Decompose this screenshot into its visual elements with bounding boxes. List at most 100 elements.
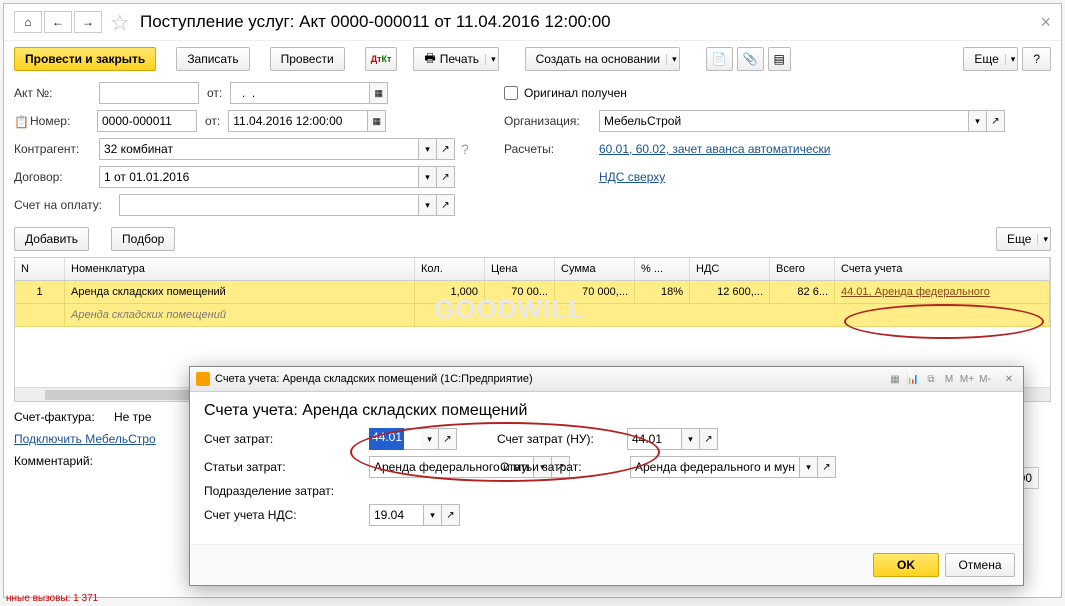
open-icon[interactable]: ↗ <box>439 428 457 450</box>
schet-nds-label: Счет учета НДС: <box>204 508 369 522</box>
tb-icon-1[interactable]: ▦ <box>887 371 903 387</box>
dialog-heading: Счета учета: Аренда складских помещений <box>190 392 1023 426</box>
raschety-link[interactable]: 60.01, 60.02, зачет аванса автоматически <box>599 142 830 156</box>
dialog-body: Счет затрат: 44.01 ▾ ↗ Счет затрат (НУ):… <box>190 426 1023 534</box>
dt-kt-icon[interactable]: ДтКт <box>365 47 398 71</box>
dropdown-icon[interactable]: ▾ <box>419 194 437 216</box>
nomer-date-input[interactable] <box>228 110 368 132</box>
date-picker-icon-2[interactable]: ▦ <box>368 110 386 132</box>
col-total[interactable]: Всего <box>770 258 835 280</box>
main-window: ⌂ ← → ☆ Поступление услуг: Акт 0000-0000… <box>3 3 1062 598</box>
col-sum[interactable]: Сумма <box>555 258 635 280</box>
connect-link[interactable]: Подключить МебельСтро <box>14 432 156 446</box>
account-cell-link[interactable]: 44.01, Аренда федерального <box>841 286 990 298</box>
save-button[interactable]: Записать <box>176 47 249 71</box>
clip-icon[interactable]: 📎 <box>737 47 764 71</box>
dropdown-icon[interactable]: ▾ <box>800 456 818 478</box>
home-button[interactable]: ⌂ <box>14 11 42 33</box>
grid-more-button[interactable]: Еще <box>996 227 1051 251</box>
table-row[interactable]: 1 Аренда складских помещений 1,000 70 00… <box>15 281 1050 304</box>
accounts-dialog: Счета учета: Аренда складских помещений … <box>189 366 1024 586</box>
open-icon[interactable]: ↗ <box>442 504 460 526</box>
titlebar: ⌂ ← → ☆ Поступление услуг: Акт 0000-0000… <box>4 4 1061 41</box>
original-checkbox[interactable] <box>504 86 518 100</box>
original-label: Оригинал получен <box>524 86 627 100</box>
tb-mminus[interactable]: M- <box>977 371 993 387</box>
post-button[interactable]: Провести <box>270 47 345 71</box>
more-button[interactable]: Еще <box>963 47 1018 71</box>
create-based-button[interactable]: Создать на основании <box>525 47 680 71</box>
add-row-button[interactable]: Добавить <box>14 227 89 251</box>
dogovor-label: Договор: <box>14 170 99 184</box>
col-nds[interactable]: НДС <box>690 258 770 280</box>
dialog-titlebar: Счета учета: Аренда складских помещений … <box>190 367 1023 392</box>
tb-icon-2[interactable]: 📊 <box>905 371 921 387</box>
app-icon <box>196 372 210 386</box>
schet-input[interactable] <box>119 194 419 216</box>
help-button[interactable]: ? <box>1022 47 1051 71</box>
open-icon[interactable]: ↗ <box>987 110 1005 132</box>
akt-input[interactable] <box>99 82 199 104</box>
cancel-button[interactable]: Отмена <box>945 553 1015 577</box>
dropdown-icon[interactable]: ▾ <box>419 166 437 188</box>
akt-label: Акт №: <box>14 86 99 100</box>
schet-zatrat-nu-input[interactable] <box>627 428 682 450</box>
akt-date-input[interactable] <box>230 82 370 104</box>
dropdown-icon[interactable]: ▾ <box>682 428 700 450</box>
nomer-input[interactable] <box>97 110 197 132</box>
ok-button[interactable]: OK <box>873 553 939 577</box>
ot-label-1: от: <box>207 86 222 100</box>
sf-label: Счет-фактура: <box>14 410 114 424</box>
tb-mplus[interactable]: M+ <box>959 371 975 387</box>
stati-zatrat-label: Статьи затрат: <box>204 460 369 474</box>
open-icon[interactable]: ↗ <box>818 456 836 478</box>
org-input[interactable] <box>599 110 969 132</box>
open-icon[interactable]: ↗ <box>437 138 455 160</box>
col-qty[interactable]: Кол. <box>415 258 485 280</box>
dropdown-icon[interactable]: ▾ <box>419 138 437 160</box>
sf-value: Не тре <box>114 410 152 424</box>
podrazd-label: Подразделение затрат: <box>204 484 369 498</box>
help-hint-icon[interactable]: ? <box>461 141 469 157</box>
open-icon[interactable]: ↗ <box>700 428 718 450</box>
col-pct[interactable]: % ... <box>635 258 690 280</box>
attach-file-icon[interactable]: 📄 <box>706 47 733 71</box>
grid-header: N Номенклатура Кол. Цена Сумма % ... НДС… <box>15 258 1050 281</box>
close-icon[interactable]: × <box>1040 12 1051 33</box>
stati-zatrat2-label: Статьи затрат: <box>500 460 630 474</box>
schet-label: Счет на оплату: <box>14 198 119 212</box>
stati-zatrat2-input[interactable] <box>630 456 800 478</box>
open-icon[interactable]: ↗ <box>437 166 455 188</box>
form-area: Акт №: от: ▦ 📋 Номер: от: ▦ Контраг <box>4 77 1061 225</box>
dogovor-input[interactable] <box>99 166 419 188</box>
col-nomen[interactable]: Номенклатура <box>65 258 415 280</box>
pick-button[interactable]: Подбор <box>111 227 175 251</box>
tb-icon-3[interactable]: ⧉ <box>923 371 939 387</box>
nds-link[interactable]: НДС сверху <box>599 170 665 184</box>
dialog-close-icon[interactable]: ✕ <box>1001 371 1017 387</box>
raschety-label: Расчеты: <box>504 142 599 156</box>
tb-m[interactable]: M <box>941 371 957 387</box>
dropdown-icon[interactable]: ▾ <box>421 428 439 450</box>
ot-label-2: от: <box>205 114 220 128</box>
date-picker-icon[interactable]: ▦ <box>370 82 388 104</box>
open-icon[interactable]: ↗ <box>437 194 455 216</box>
print-button[interactable]: 🖶Печать <box>413 47 498 71</box>
dropdown-icon[interactable]: ▾ <box>424 504 442 526</box>
doc-status-icon: 📋 <box>14 115 26 127</box>
kontragent-label: Контрагент: <box>14 142 99 156</box>
kontragent-input[interactable] <box>99 138 419 160</box>
forward-button[interactable]: → <box>74 11 102 33</box>
table-row-sub: Аренда складских помещений <box>15 304 1050 327</box>
notes-icon[interactable]: ▤ <box>768 47 791 71</box>
back-button[interactable]: ← <box>44 11 72 33</box>
dropdown-icon[interactable]: ▾ <box>969 110 987 132</box>
post-and-close-button[interactable]: Провести и закрыть <box>14 47 156 71</box>
col-n[interactable]: N <box>15 258 65 280</box>
schet-nds-input[interactable] <box>369 504 424 526</box>
col-account[interactable]: Счета учета <box>835 258 1050 280</box>
dialog-wintitle: Счета учета: Аренда складских помещений … <box>215 373 533 385</box>
favorite-star-icon[interactable]: ☆ <box>110 10 134 34</box>
status-bar-text: нные вызовы: 1 371 <box>6 593 98 604</box>
col-price[interactable]: Цена <box>485 258 555 280</box>
